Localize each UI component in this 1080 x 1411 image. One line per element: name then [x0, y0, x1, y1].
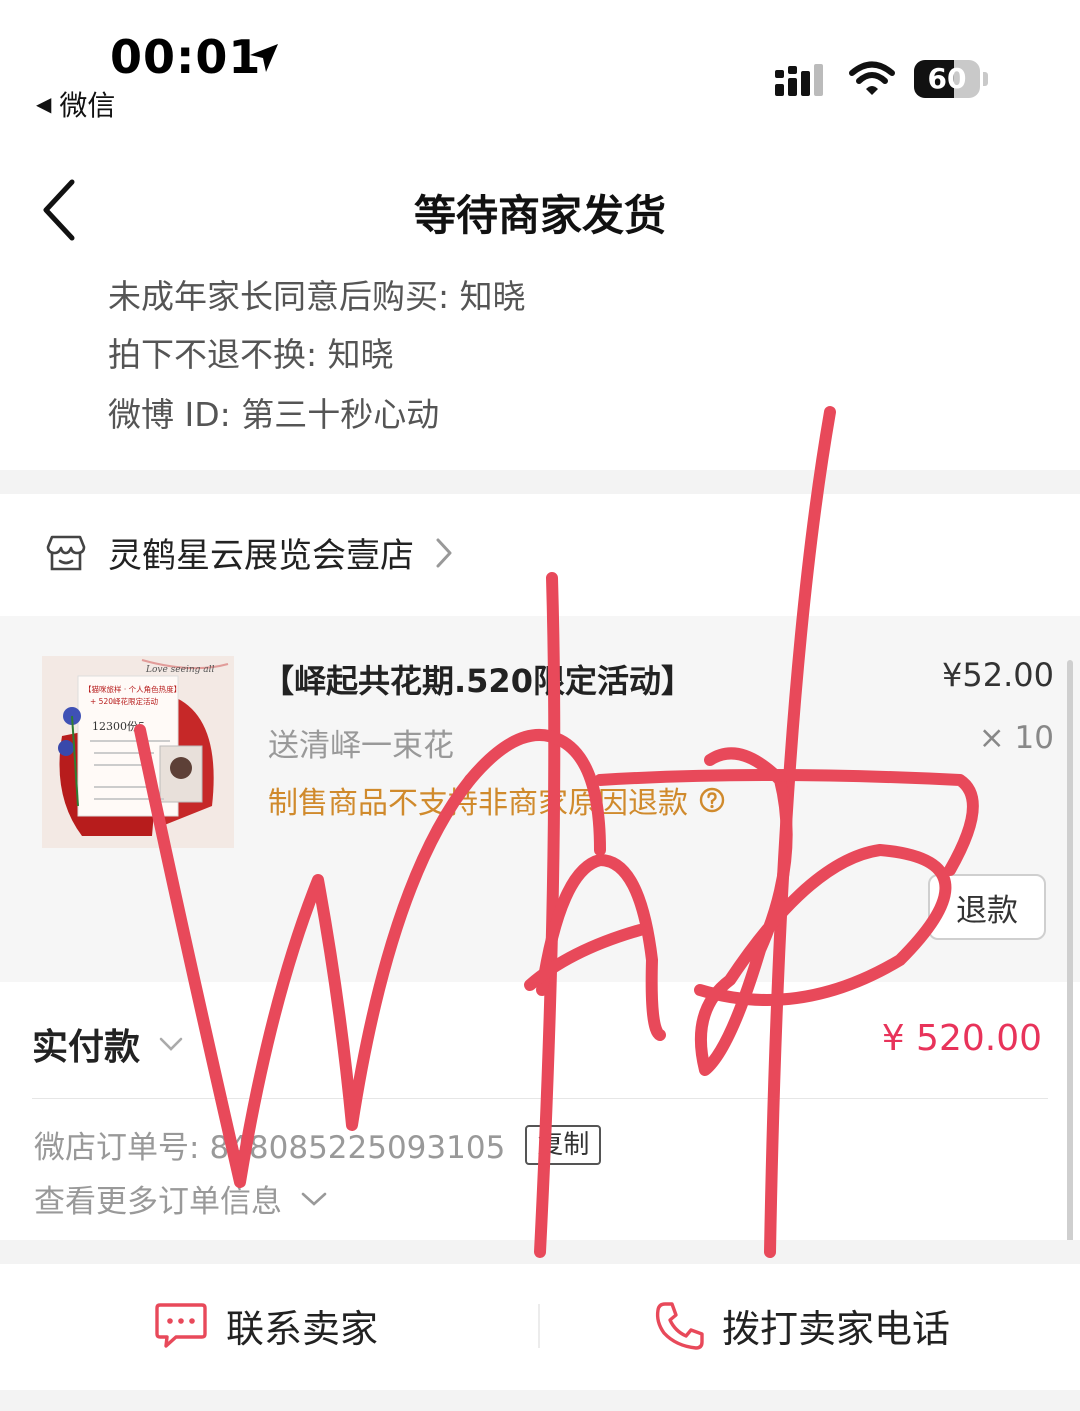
shop-icon [46, 535, 86, 570]
location-arrow-icon [250, 44, 278, 72]
refund-button[interactable]: 退款 [928, 874, 1046, 940]
paid-amount-value: ¥ 520.00 [881, 1018, 1042, 1059]
call-seller-button[interactable]: 拨打卖家电话 [654, 1298, 950, 1353]
copy-button[interactable]: 复制 [525, 1124, 602, 1165]
product-image-banner2: + 520峄花限定活动 [90, 696, 158, 706]
chevron-down-icon [301, 1192, 327, 1206]
chevron-right-icon [436, 538, 452, 567]
order-number-row: 微店订单号: 848085225093105 复制 [34, 1122, 602, 1167]
back-to-app[interactable]: ◀ 微信 [36, 84, 115, 124]
status-time: 00:01 [110, 30, 262, 84]
call-seller-label: 拨打卖家电话 [722, 1307, 951, 1351]
bottom-separator [538, 1304, 540, 1348]
battery-level-text: 60 [927, 62, 967, 95]
contact-seller-label: 联系卖家 [226, 1307, 379, 1351]
paid-amount-label: 实付款 [32, 1027, 141, 1068]
order-number-label: 微店订单号: [34, 1130, 200, 1166]
section-divider [0, 470, 1080, 494]
order-note-no-return: 拍下不退不换: 知晓 [108, 335, 394, 374]
paid-amount-toggle[interactable]: 实付款 [32, 1018, 184, 1070]
shop-link[interactable]: 灵鹤星云展览会壹店 [44, 528, 454, 577]
section-divider-bottom [0, 1240, 1080, 1264]
home-indicator-area [0, 1390, 1080, 1411]
shop-name: 灵鹤星云展览会壹店 [108, 536, 414, 576]
phone-icon [655, 1301, 704, 1350]
back-triangle-icon: ◀ [36, 92, 52, 116]
order-note-guardian: 未成年家长同意后购买: 知晓 [108, 277, 526, 316]
product-title[interactable]: 【峄起共花期.520限定活动】 [262, 656, 693, 702]
order-number-value: 848085225093105 [209, 1130, 506, 1166]
product-image[interactable]: Love seeing all 【猫咪旅样 · 个人角色热度】 + 520峄花限… [42, 656, 234, 848]
more-order-info-label: 查看更多订单信息 [34, 1184, 282, 1220]
payment-divider [32, 1098, 1048, 1099]
product-image-count: 12300份5 [92, 720, 145, 733]
chat-bubble-icon [155, 1302, 207, 1348]
wifi-icon [849, 61, 895, 95]
help-icon[interactable] [698, 786, 726, 814]
product-variant: 送清峄一束花 [268, 728, 454, 764]
back-app-label: 微信 [59, 89, 116, 122]
battery-indicator: 60 [914, 60, 988, 98]
product-image-banner: 【猫咪旅样 · 个人角色热度】 [84, 684, 181, 694]
product-thumbnail: Love seeing all 【猫咪旅样 · 个人角色热度】 + 520峄花限… [42, 656, 234, 848]
product-image-cursive: Love seeing all [145, 665, 214, 675]
signal-icon [775, 64, 823, 96]
scrollbar[interactable] [1067, 660, 1073, 1270]
more-order-info[interactable]: 查看更多订单信息 [34, 1176, 328, 1221]
refund-notice[interactable]: 制售商品不支持非商家原因退款 [268, 778, 726, 822]
contact-seller-button[interactable]: 联系卖家 [154, 1298, 378, 1353]
chevron-down-icon [159, 1037, 183, 1051]
product-price: ¥52.00 [942, 656, 1054, 694]
refund-notice-text: 制售商品不支持非商家原因退款 [268, 786, 688, 821]
page-title: 等待商家发货 [413, 191, 666, 240]
product-quantity: × 10 [978, 720, 1054, 756]
order-note-weibo-id: 微博 ID: 第三十秒心动 [108, 395, 440, 434]
